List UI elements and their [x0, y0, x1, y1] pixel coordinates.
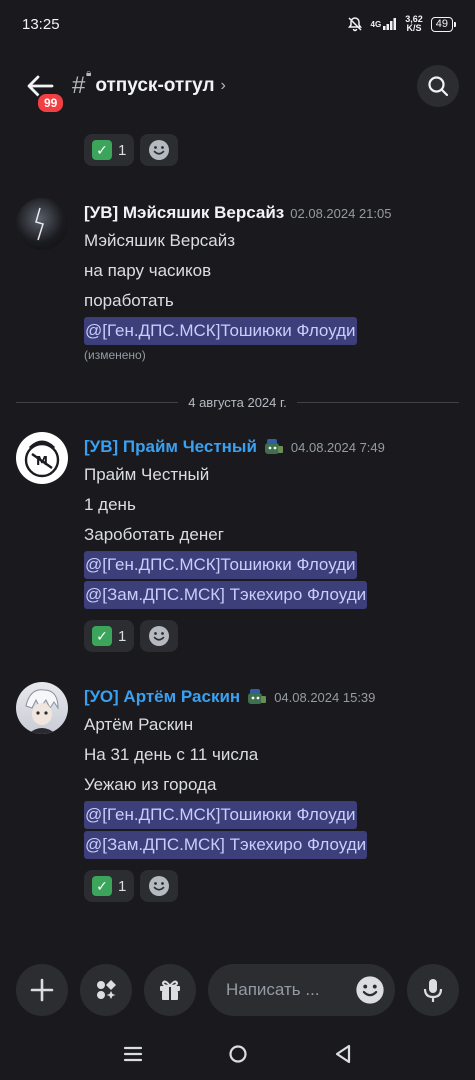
back-button[interactable]: 99 [22, 68, 66, 114]
message-author[interactable]: [УО] Артём Раскин [84, 687, 240, 707]
check-mark-icon: ✓ [92, 140, 112, 160]
message-timestamp: 02.08.2024 21:05 [290, 205, 392, 221]
smiley-icon [149, 140, 170, 160]
user-mention[interactable]: @[Ген.ДПС.МСК]Тошиюки Флоуди [84, 317, 357, 345]
channel-header: 99 # 🔒︎ отпуск-отгул › [0, 56, 475, 116]
message-reactions: ✓ 1 [84, 620, 465, 652]
message-line: на пару часиков [84, 261, 212, 280]
network-type: 4G [370, 19, 382, 29]
message-input[interactable]: Написать ... [208, 964, 395, 1016]
battery-indicator: 49 [430, 16, 457, 32]
gift-button[interactable] [144, 964, 196, 1016]
add-reaction-button[interactable] [140, 134, 179, 166]
chevron-right-icon[interactable]: › [221, 77, 226, 95]
add-reaction-button[interactable] [140, 620, 179, 652]
emoji-picker-icon[interactable] [355, 975, 385, 1005]
microphone-icon [423, 979, 443, 1002]
reaction-check[interactable]: ✓ 1 [84, 620, 135, 652]
attach-button[interactable] [16, 964, 68, 1016]
message-timestamp: 04.08.2024 7:49 [290, 439, 385, 455]
message-line: поработать [84, 291, 174, 310]
message-line: Прайм Честный [84, 465, 210, 484]
network-speed: 3,62 K/S [405, 15, 423, 33]
user-mention[interactable]: @[Ген.ДПС.МСК]Тошиюки Флоуди [84, 551, 357, 579]
status-time: 13:25 [22, 15, 60, 33]
avatar[interactable] [16, 198, 68, 250]
message-line: Мэйсяшик Версайз [84, 231, 236, 250]
reaction-check[interactable]: ✓ 1 [84, 134, 135, 166]
add-reaction-button[interactable] [140, 870, 179, 902]
date-divider: 4 августа 2024 г. [16, 392, 459, 412]
reaction-count: 1 [118, 141, 127, 159]
user-mention[interactable]: @[Зам.ДПС.МСК] Тэкехиро Флоуди [84, 831, 368, 859]
avatar[interactable] [16, 682, 68, 734]
signal-icon: 4G [371, 18, 398, 30]
message-author[interactable]: [УВ] Мэйсяшик Версайз [84, 203, 284, 223]
gift-icon [160, 980, 180, 1000]
smiley-icon [149, 876, 170, 896]
role-tag-icon [263, 436, 285, 458]
message-input-placeholder: Написать ... [226, 980, 320, 999]
message-author[interactable]: [УВ] Прайм Честный [84, 437, 257, 457]
channel-name[interactable]: отпуск-отгул [95, 75, 214, 97]
speed-unit: K/S [406, 23, 422, 33]
voice-message-button[interactable] [407, 964, 459, 1016]
user-mention[interactable]: @[Ген.ДПС.МСК]Тошиюки Флоуди [84, 801, 357, 829]
message-line: 1 день [84, 495, 136, 514]
date-divider-label: 4 августа 2024 г. [188, 394, 287, 410]
svg-text:M: M [36, 454, 48, 468]
message-line: Зароботать денег [84, 525, 224, 544]
message-composer: Написать ... [0, 958, 475, 1022]
home-icon[interactable] [228, 1044, 248, 1064]
apps-button[interactable] [80, 964, 132, 1016]
smiley-icon [149, 626, 170, 646]
role-tag-icon [246, 686, 268, 708]
user-mention[interactable]: @[Зам.ДПС.МСК] Тэкехиро Флоуди [84, 581, 368, 609]
check-mark-icon: ✓ [92, 876, 112, 896]
hashtag-lock-icon: # 🔒︎ [72, 68, 92, 99]
unread-badge: 99 [36, 92, 66, 114]
bell-off-icon [347, 16, 363, 32]
message-timestamp: 04.08.2024 15:39 [274, 689, 376, 705]
check-mark-icon: ✓ [92, 626, 112, 646]
system-nav-bar [0, 1028, 475, 1080]
search-button[interactable] [417, 65, 459, 107]
message-line: На 31 день с 11 числа [84, 745, 259, 764]
back-nav-icon[interactable] [334, 1044, 352, 1064]
message-reactions: ✓ 1 [84, 870, 465, 902]
edited-label: (изменено) [84, 348, 146, 362]
previous-message-reactions: ✓ 1 [84, 134, 179, 166]
reaction-count: 1 [118, 877, 127, 895]
battery-level: 49 [435, 18, 448, 30]
status-icons: 4G 3,62 K/S 49 [347, 15, 457, 33]
message-feed[interactable]: ✓ 1 [УВ] Мэйсяшик Версайз 02.08.2024 21:… [0, 120, 475, 950]
recent-apps-icon[interactable] [123, 1045, 143, 1063]
avatar[interactable]: M [16, 432, 68, 484]
reaction-check[interactable]: ✓ 1 [84, 870, 135, 902]
reaction-count: 1 [118, 627, 127, 645]
plus-icon [30, 978, 54, 1002]
status-bar: 13:25 4G 3,62 K/S 49 [0, 0, 475, 48]
apps-icon [97, 980, 116, 999]
message-line: Артём Раскин [84, 715, 194, 734]
message-line: Уежаю из города [84, 775, 217, 794]
search-icon [428, 76, 449, 97]
